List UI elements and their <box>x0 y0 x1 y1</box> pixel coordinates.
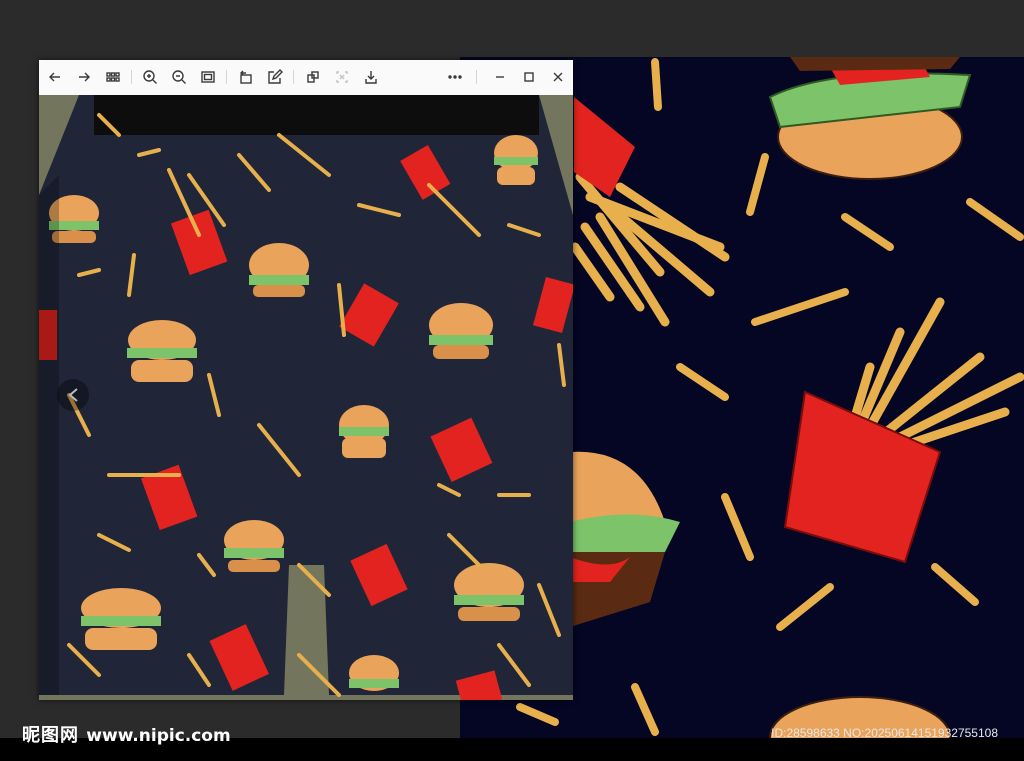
crop-icon[interactable] <box>331 66 353 88</box>
waistband <box>94 95 539 135</box>
rotate-icon[interactable] <box>235 66 257 88</box>
minimize-icon[interactable] <box>489 66 511 88</box>
prev-image-icon <box>57 379 89 411</box>
burger-illustration <box>768 57 972 180</box>
zoom-out-icon[interactable] <box>168 66 190 88</box>
fries-box-illustration <box>783 297 1024 564</box>
more-icon[interactable] <box>444 66 466 88</box>
toolbar-divider <box>293 70 294 84</box>
brand-url: www.nipic.com <box>86 726 231 746</box>
image-id-text: ID:28598633 NO:20250614151932755108 <box>771 726 998 740</box>
toolbar-divider <box>476 70 477 84</box>
download-icon[interactable] <box>360 66 382 88</box>
site-watermark: 昵图网 www.nipic.com <box>22 721 231 747</box>
copy-icon[interactable] <box>302 66 324 88</box>
grid-icon[interactable] <box>102 66 124 88</box>
close-icon[interactable] <box>547 66 569 88</box>
shorts-photo <box>39 95 573 700</box>
arrow-right-icon[interactable] <box>73 66 95 88</box>
shorts-product-image <box>39 95 573 700</box>
viewer-toolbar <box>39 60 573 96</box>
brand-cn: 昵图网 <box>22 725 79 746</box>
maximize-icon[interactable] <box>518 66 540 88</box>
fries-illustration <box>570 172 730 327</box>
toolbar-divider <box>226 70 227 84</box>
fit-screen-icon[interactable] <box>197 66 219 88</box>
zoom-in-icon[interactable] <box>139 66 161 88</box>
toolbar-divider <box>131 70 132 84</box>
edit-icon[interactable] <box>264 66 286 88</box>
burger-illustration <box>570 451 680 627</box>
image-viewer-window <box>39 60 573 700</box>
arrow-left-icon[interactable] <box>44 66 66 88</box>
